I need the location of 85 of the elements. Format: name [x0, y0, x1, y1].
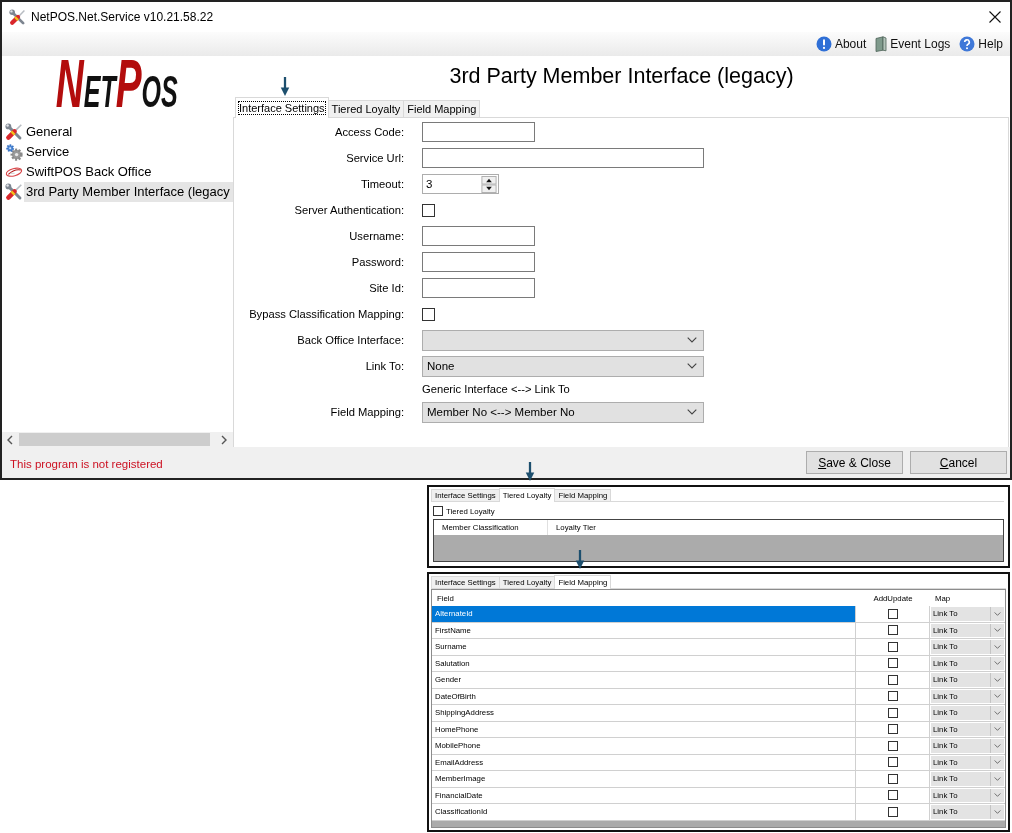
chevron-down-icon — [994, 776, 1001, 781]
tab[interactable]: Field Mapping — [403, 100, 481, 117]
number-field[interactable]: 3 — [422, 174, 499, 194]
gears-icon — [5, 143, 23, 161]
window-title: NetPOS.Net.Service v10.21.58.22 — [31, 10, 214, 24]
checkbox[interactable] — [887, 790, 898, 801]
field-label: Timeout: — [360, 178, 404, 190]
chevron-down-icon — [994, 677, 1001, 682]
checkbox[interactable] — [887, 658, 898, 669]
tree-item[interactable]: SwiftPOS Back Office — [24, 162, 233, 182]
scroll-left-icon[interactable] — [7, 434, 13, 445]
text-field[interactable] — [422, 226, 535, 246]
down-arrow-icon — [525, 462, 535, 481]
chevron-down-icon — [994, 727, 1001, 732]
tree-item[interactable]: General — [24, 122, 233, 142]
down-arrow-icon — [280, 77, 290, 96]
checkbox[interactable] — [887, 674, 898, 685]
field-label: Bypass Classification Mapping: — [249, 308, 404, 320]
checkbox[interactable] — [887, 625, 898, 636]
field-label: Link To: — [365, 360, 404, 372]
toolbar-link[interactable]: Event Logs — [875, 36, 951, 52]
checkbox[interactable] — [887, 691, 898, 702]
chevron-down-icon — [994, 710, 1001, 715]
chevron-down-icon — [994, 694, 1001, 699]
checkbox[interactable] — [433, 506, 443, 516]
tools-icon — [9, 8, 26, 26]
field-label: Service Url: — [346, 152, 404, 164]
tools-icon — [5, 123, 23, 141]
tools-icon — [5, 183, 23, 201]
chevron-down-icon — [994, 743, 1001, 748]
tab[interactable]: Interface Settings — [235, 97, 329, 118]
text-field[interactable] — [422, 148, 704, 168]
text-field[interactable] — [422, 252, 535, 272]
dialog-button[interactable]: Save & Close — [806, 451, 903, 474]
checkbox[interactable] — [887, 608, 898, 619]
checkbox[interactable] — [422, 307, 435, 321]
checkbox[interactable] — [887, 724, 898, 735]
down-arrow-icon — [575, 550, 585, 569]
checkbox[interactable] — [887, 740, 898, 751]
chevron-down-icon — [687, 363, 697, 369]
toolbar-link[interactable]: About — [815, 36, 867, 52]
up-down-arrows-icon[interactable] — [481, 175, 497, 193]
tree-item[interactable]: 3rd Party Member Interface (legacy — [24, 182, 233, 202]
chevron-down-icon — [994, 644, 1001, 649]
chevron-down-icon — [994, 628, 1001, 633]
chevron-down-icon — [687, 337, 697, 343]
checkbox[interactable] — [887, 773, 898, 784]
field-label: Field Mapping: — [330, 406, 404, 418]
horizontal-scrollbar[interactable] — [2, 432, 233, 447]
field-label: Password: — [351, 256, 404, 268]
field-label: Site Id: — [369, 282, 404, 294]
checkbox[interactable] — [887, 641, 898, 652]
text-field[interactable] — [422, 122, 535, 142]
scroll-right-icon[interactable] — [221, 434, 227, 445]
checkbox[interactable] — [422, 203, 435, 217]
chevron-down-icon — [994, 611, 1001, 616]
toolbar-link[interactable]: Help — [959, 36, 1003, 52]
tree-item[interactable]: Service — [24, 142, 233, 162]
close-icon[interactable] — [989, 11, 1001, 23]
app-logo: NETPOS — [53, 57, 182, 109]
checkbox[interactable] — [887, 806, 898, 817]
field-label: Back Office Interface: — [297, 334, 404, 346]
page-title: 3rd Party Member Interface (legacy) — [449, 64, 794, 89]
chevron-down-icon — [994, 809, 1001, 814]
tab[interactable]: Tiered Loyalty — [327, 100, 405, 117]
checkbox[interactable] — [887, 757, 898, 768]
dropdown[interactable]: Member No <--> Member No — [422, 401, 704, 423]
field-label: Server Authentication: — [294, 204, 404, 216]
text-field[interactable] — [422, 278, 535, 298]
book-icon — [875, 36, 888, 52]
chevron-down-icon — [994, 793, 1001, 798]
field-label: Access Code: — [334, 126, 404, 138]
chevron-down-icon — [994, 661, 1001, 666]
mapping-note: Generic Interface <--> Link To — [422, 383, 570, 395]
chevron-down-icon — [994, 760, 1001, 765]
help-icon — [959, 36, 976, 52]
registration-message: This program is not registered — [10, 458, 163, 470]
dropdown[interactable]: None — [422, 355, 704, 377]
info-icon — [815, 36, 832, 52]
chevron-down-icon — [687, 409, 697, 415]
field-label: Username: — [349, 230, 404, 242]
scrollbar-thumb[interactable] — [19, 433, 210, 446]
checkbox[interactable] — [887, 707, 898, 718]
swoosh-icon — [5, 165, 23, 179]
dialog-button[interactable]: Cancel — [910, 451, 1007, 474]
